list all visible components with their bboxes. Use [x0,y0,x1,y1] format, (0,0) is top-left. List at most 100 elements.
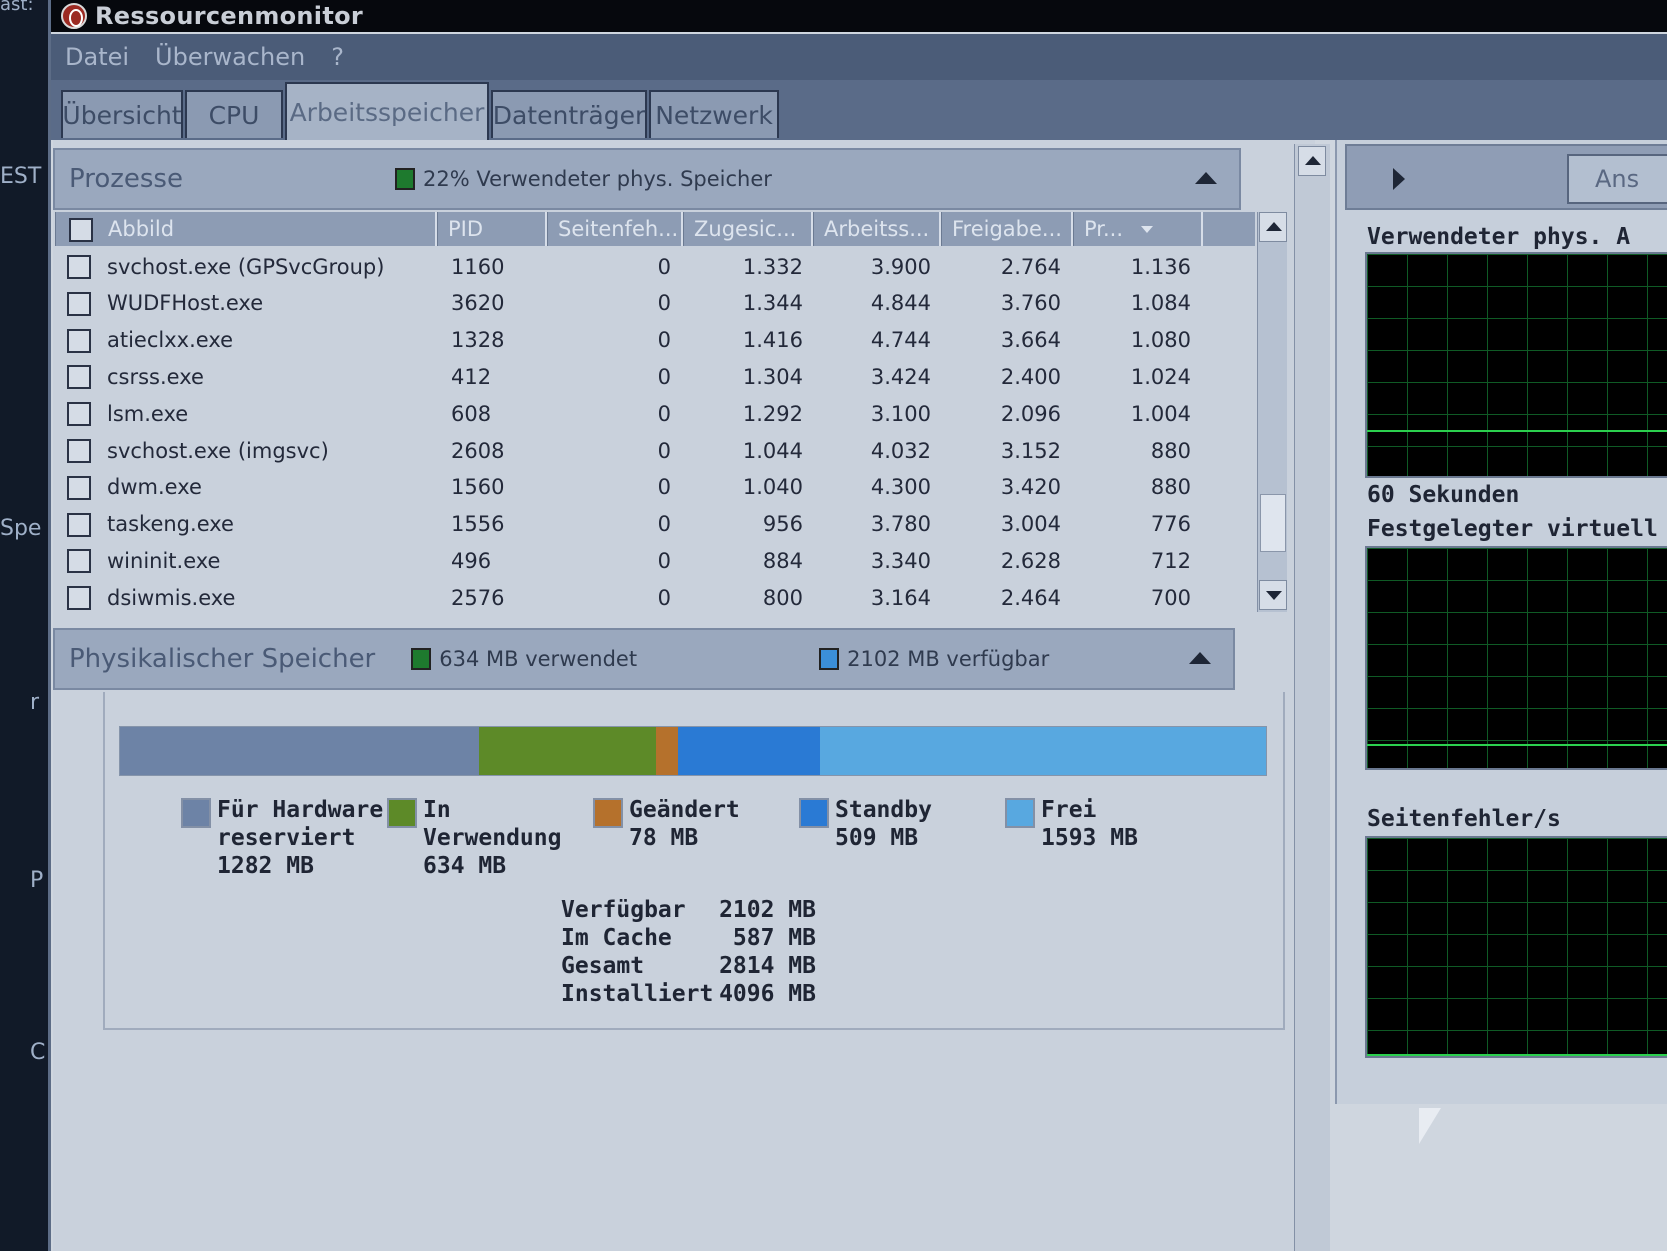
table-row[interactable]: wininit.exe 496 0 884 3.340 2.628 712 [55,542,1255,579]
menu-help[interactable]: ? [331,43,344,71]
menu-monitor[interactable]: Überwachen [155,43,305,71]
cell-private: 1.136 [1130,254,1191,279]
row-checkbox[interactable] [67,328,91,353]
select-all-checkbox[interactable] [69,218,93,242]
tab-disk[interactable]: Datenträger [491,90,647,138]
collapse-physical-memory-icon[interactable] [1189,652,1211,664]
table-row[interactable]: csrss.exe 412 0 1.304 3.424 2.400 1.024 [55,358,1255,395]
cell-image: dwm.exe [107,475,202,500]
row-checkbox[interactable] [67,549,91,574]
row-checkbox[interactable] [67,365,91,390]
view-button[interactable]: Ans [1567,154,1667,204]
physical-memory-header[interactable]: Physikalischer Speicher 634 MB verwendet… [53,628,1235,690]
graph-page-faults-title: Seitenfehler/s [1367,806,1561,832]
processes-title: Prozesse [69,164,183,194]
used-memory-graph [1365,252,1667,478]
cell-pid: 608 [451,401,492,426]
column-working-set[interactable]: Arbeitss... [813,212,941,246]
scroll-up-button[interactable] [1259,212,1287,242]
table-row[interactable]: taskeng.exe 1556 0 956 3.780 3.004 776 [55,506,1255,543]
memory-legend-item: Für Hardware reserviert 1282 MB [181,796,383,880]
summary-value: 587 MB [732,925,816,951]
cell-working-set: 4.744 [870,328,931,353]
cell-working-set: 3.900 [870,254,931,279]
processes-header[interactable]: Prozesse 22% Verwendeter phys. Speicher [53,148,1241,210]
row-checkbox[interactable] [67,586,91,611]
graphs-header: Ans [1345,144,1667,210]
cell-shareable: 2.628 [1000,548,1061,573]
column-pid[interactable]: PID [437,212,547,246]
column-shareable[interactable]: Freigabe... [941,212,1073,246]
tab-bar: Übersicht CPU Arbeitsspeicher Datenträge… [51,80,1667,140]
row-checkbox[interactable] [67,402,91,427]
legend-line: In [423,797,451,823]
cell-pid: 1556 [451,512,505,537]
table-row[interactable]: dwm.exe 1560 0 1.040 4.300 3.420 880 [55,469,1255,506]
cell-working-set: 3.424 [870,364,931,389]
graphs-side-panel: Ans Verwendeter phys. A 60 Sekunden Fest… [1335,140,1667,1104]
cell-image: lsm.exe [107,401,189,426]
graph-line [1367,430,1667,432]
title-bar[interactable]: Ressourcenmonitor [51,0,1667,32]
desktop-text-fragment: EST [0,164,42,189]
summary-value: 4096 MB [719,981,816,1007]
cell-private: 700 [1150,585,1191,610]
cell-private: 1.084 [1130,291,1191,316]
column-private[interactable]: Pr... [1073,212,1203,246]
row-checkbox[interactable] [67,439,91,463]
tab-overview[interactable]: Übersicht [61,90,183,138]
cell-working-set: 4.300 [870,475,931,500]
cell-image: taskeng.exe [107,512,234,537]
summary-label: Installiert [561,981,714,1007]
cell-pid: 1160 [451,254,505,279]
column-private-label: Pr... [1084,217,1124,241]
row-checkbox[interactable] [67,255,91,279]
row-checkbox[interactable] [67,512,91,537]
processes-scrollbar[interactable] [1257,212,1287,612]
panel-scroll-up-button[interactable] [1298,146,1326,176]
summary-label: Verfügbar [561,897,686,923]
memory-legend-item: Geändert 78 MB [593,796,740,852]
legend-line: Für Hardware [217,797,384,823]
arrow-up-icon [1266,222,1282,231]
desktop-text-fragment: C [30,1040,46,1065]
expand-graphs-icon[interactable] [1393,168,1405,190]
column-commit[interactable]: Zugesic... [683,212,813,246]
cell-commit: 1.416 [742,328,803,353]
tab-memory[interactable]: Arbeitsspeicher [285,82,489,140]
menu-file[interactable]: Datei [65,43,129,71]
legend-swatch [387,798,417,828]
table-row[interactable]: WUDFHost.exe 3620 0 1.344 4.844 3.760 1.084 [55,285,1255,322]
scroll-down-button[interactable] [1259,580,1287,610]
legend-swatch [799,798,829,828]
cell-commit: 1.332 [742,254,803,279]
tab-network[interactable]: Netzwerk [649,90,779,138]
table-row[interactable]: atieclxx.exe 1328 0 1.416 4.744 3.664 1.080 [55,322,1255,359]
cell-commit: 884 [762,548,803,573]
table-row[interactable]: lsm.exe 608 0 1.292 3.100 2.096 1.004 [55,395,1255,432]
scroll-thumb[interactable] [1260,494,1286,552]
column-hard-faults[interactable]: Seitenfeh... [547,212,683,246]
cell-shareable: 3.004 [1000,512,1061,537]
table-row[interactable]: svchost.exe (GPSvcGroup) 1160 0 1.332 3.900 2… [55,248,1255,285]
table-row[interactable]: dsiwmis.exe 2576 0 800 3.164 2.464 700 [55,579,1255,616]
column-image[interactable]: Abbild [55,212,437,246]
processes-status-swatch [394,168,415,190]
legend-line: 509 MB [835,825,919,851]
cell-working-set: 3.100 [870,401,931,426]
cell-pid: 1328 [451,328,505,353]
cell-hard-faults: 0 [657,328,671,353]
cell-shareable: 3.664 [1000,328,1061,353]
cell-shareable: 2.096 [1000,401,1061,426]
collapse-processes-icon[interactable] [1195,172,1217,184]
tab-cpu[interactable]: CPU [185,90,283,138]
panel-scrollbar[interactable] [1294,144,1330,1251]
row-checkbox[interactable] [67,475,91,500]
arrow-up-icon [1305,156,1321,165]
available-memory-text: 2102 MB verfügbar [847,647,1050,671]
window-title: Ressourcenmonitor [95,2,364,30]
row-checkbox[interactable] [67,291,91,316]
graph-committed-title: Festgelegter virtuell [1367,516,1658,542]
table-row[interactable]: svchost.exe (imgsvc) 2608 0 1.044 4.032 3.152… [55,432,1255,469]
cell-pid: 2608 [451,438,505,463]
